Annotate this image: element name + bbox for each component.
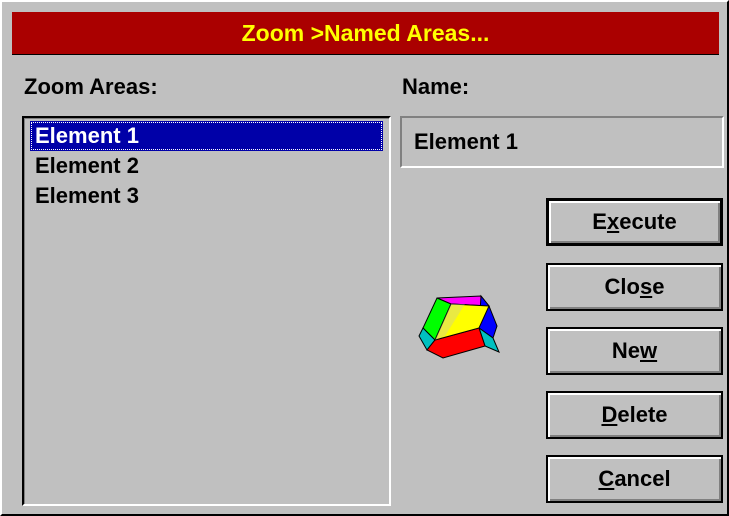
delete-accelerator-key: D: [601, 402, 618, 427]
name-field[interactable]: Element 1: [400, 116, 724, 168]
execute-accelerator-key: x: [606, 209, 620, 234]
list-item[interactable]: Element 1: [30, 121, 383, 151]
close-button[interactable]: Clo s e: [546, 263, 723, 311]
name-label: Name:: [402, 74, 470, 99]
execute-label-post: ecute: [619, 209, 677, 234]
new-label-pre: Ne: [611, 338, 640, 363]
delete-button[interactable]: Delete: [546, 391, 723, 439]
close-label-pre: Clo: [604, 274, 640, 299]
zoom-areas-listbox[interactable]: Element 1 Element 2 Element 3: [22, 116, 391, 506]
zoom-cube-icon: [415, 292, 503, 362]
cancel-button[interactable]: Cancel: [546, 455, 723, 503]
close-label-post: e: [652, 274, 665, 299]
execute-label-pre: E: [592, 209, 607, 234]
cancel-label-post: ancel: [614, 466, 671, 491]
list-item[interactable]: Element 3: [30, 181, 383, 211]
dialog-title-bar[interactable]: Zoom >Named Areas...: [12, 12, 719, 55]
zoom-areas-label: Zoom Areas:: [24, 74, 158, 99]
dialog-title: Zoom >Named Areas...: [241, 19, 490, 46]
close-accelerator-key: s: [639, 274, 653, 299]
list-item[interactable]: Element 2: [30, 151, 383, 181]
new-accelerator-key: w: [640, 338, 658, 363]
cancel-accelerator-key: C: [598, 466, 615, 491]
new-button[interactable]: Ne w: [546, 327, 723, 375]
delete-label-post: elete: [617, 402, 668, 427]
zoom-named-areas-dialog: Zoom >Named Areas... Zoom Areas: Name: E…: [0, 0, 729, 516]
execute-button[interactable]: Ex ecute: [546, 198, 723, 246]
